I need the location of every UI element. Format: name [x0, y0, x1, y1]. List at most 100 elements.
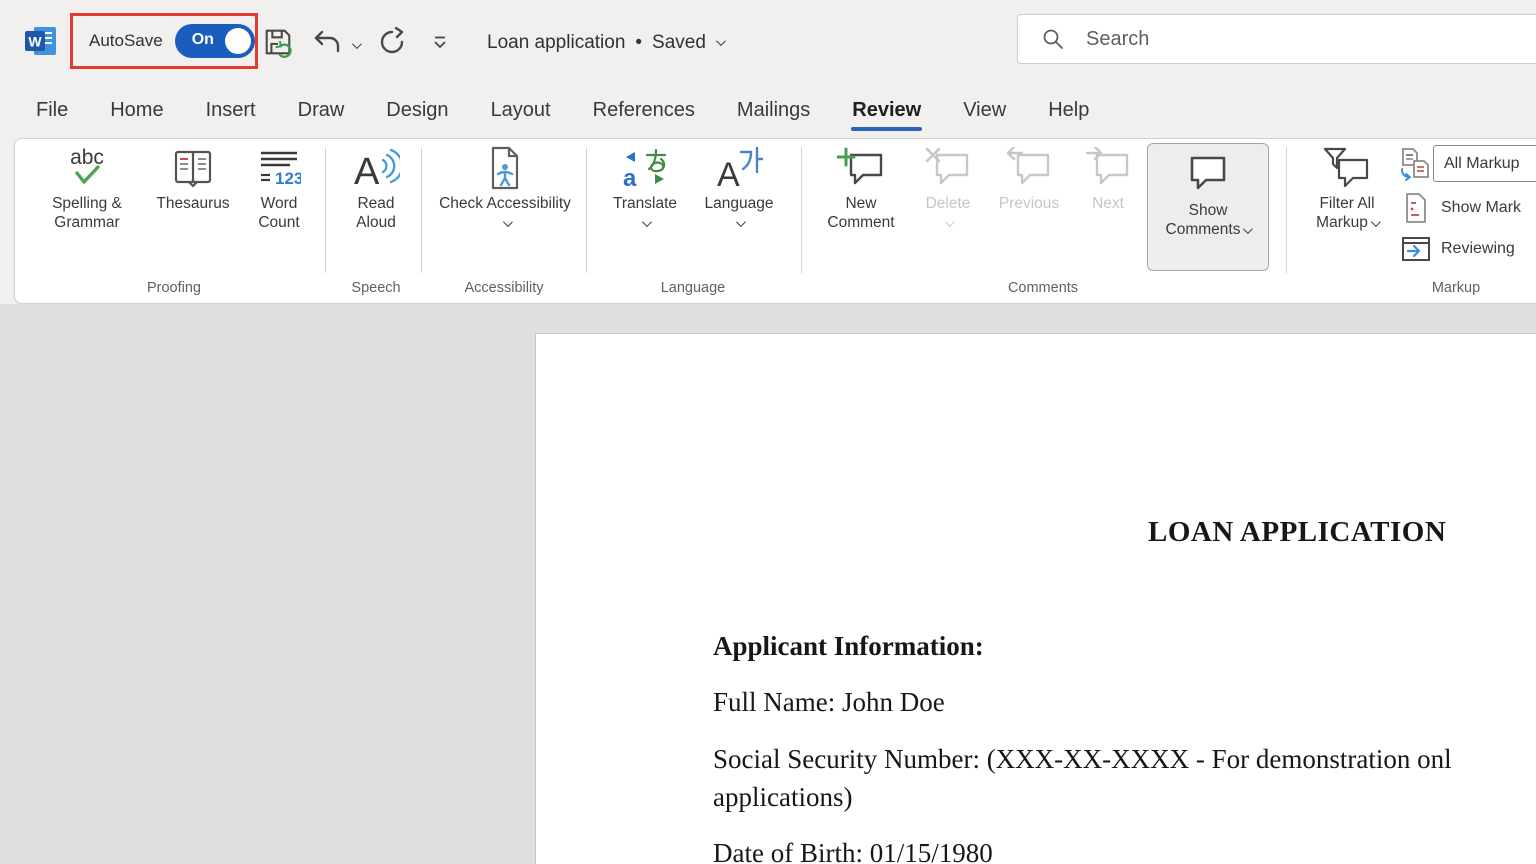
tab-mailings[interactable]: Mailings: [737, 99, 810, 122]
doc-line-full-name[interactable]: Full Name: John Doe: [713, 687, 945, 718]
ribbon-tab-row: File Home Insert Draw Design Layout Refe…: [0, 85, 1089, 135]
doc-line-ssn-1[interactable]: Social Security Number: (XXX-XX-XXXX - F…: [713, 744, 1452, 775]
tab-home[interactable]: Home: [110, 99, 163, 122]
reviewing-pane-icon: [1401, 235, 1431, 263]
group-separator: [801, 147, 802, 273]
doc-section-heading[interactable]: Applicant Information:: [713, 631, 984, 662]
previous-comment-button: Previous: [987, 145, 1071, 214]
redo-button[interactable]: [372, 22, 412, 62]
svg-text:a: a: [623, 165, 637, 190]
chevron-down-icon: [735, 217, 745, 227]
translate-button[interactable]: a Translate: [601, 145, 689, 227]
all-markup-dropdown[interactable]: All Markup: [1433, 145, 1536, 182]
new-comment-label: New Comment: [815, 195, 907, 233]
language-label: Language: [705, 195, 774, 214]
tab-file[interactable]: File: [36, 99, 68, 122]
save-button[interactable]: [258, 22, 298, 62]
group-separator: [1286, 147, 1287, 273]
group-label-accessibility: Accessibility: [421, 280, 587, 296]
reviewing-pane-button[interactable]: Reviewing: [1399, 235, 1515, 263]
word-count-icon: 123: [257, 147, 301, 189]
toggle-knob: [225, 28, 251, 54]
chevron-down-icon: [944, 217, 954, 227]
search-icon: [1042, 28, 1064, 50]
undo-button[interactable]: [308, 22, 348, 62]
title-bar: W AutoSave On: [0, 0, 1536, 85]
document-page[interactable]: LOAN APPLICATION Applicant Information: …: [535, 333, 1536, 864]
search-input[interactable]: [1086, 28, 1466, 51]
chevron-down-icon: [1371, 217, 1381, 227]
next-comment-label: Next: [1092, 195, 1124, 214]
spelling-grammar-button[interactable]: abc Spelling & Grammar: [29, 145, 145, 233]
language-icon: A: [715, 146, 763, 190]
word-count-label: Word Count: [241, 195, 317, 233]
spelling-grammar-label: Spelling & Grammar: [29, 195, 145, 233]
word-count-button[interactable]: 123 Word Count: [241, 145, 317, 233]
group-label-proofing: Proofing: [29, 280, 319, 296]
customize-toolbar-icon: [431, 35, 449, 50]
filter-all-markup-button[interactable]: Filter All Markup: [1299, 145, 1395, 233]
document-canvas: LOAN APPLICATION Applicant Information: …: [0, 304, 1536, 864]
customize-quick-access-button[interactable]: [420, 22, 460, 62]
save-icon: [262, 26, 294, 58]
svg-text:123: 123: [275, 169, 301, 188]
tab-layout[interactable]: Layout: [491, 99, 551, 122]
group-label-speech: Speech: [337, 280, 415, 296]
tab-help[interactable]: Help: [1048, 99, 1089, 122]
group-label-markup: Markup: [1286, 280, 1536, 296]
search-box[interactable]: [1017, 14, 1536, 64]
delete-comment-label: Delete: [926, 195, 971, 214]
group-separator: [421, 147, 422, 273]
translate-label: Translate: [613, 195, 677, 214]
show-markup-button[interactable]: Show Mark: [1399, 192, 1521, 224]
new-comment-button[interactable]: New Comment: [815, 145, 907, 233]
accessibility-doc-icon: [486, 145, 524, 191]
doc-heading-loan-application[interactable]: LOAN APPLICATION: [1148, 516, 1446, 549]
show-markup-label: Show Mark: [1441, 199, 1521, 217]
read-aloud-button[interactable]: A Read Aloud: [337, 145, 415, 233]
tab-design[interactable]: Design: [386, 99, 448, 122]
previous-comment-icon: [1006, 147, 1052, 189]
tab-references[interactable]: References: [593, 99, 695, 122]
check-accessibility-label: Check Accessibility: [439, 195, 571, 212]
all-markup-value: All Markup: [1444, 155, 1520, 173]
chevron-down-icon: [641, 217, 651, 227]
language-button[interactable]: A Language: [693, 145, 785, 227]
autosave-label: AutoSave: [89, 31, 163, 51]
tab-draw[interactable]: Draw: [298, 99, 345, 122]
tab-insert[interactable]: Insert: [206, 99, 256, 122]
svg-text:A: A: [717, 156, 740, 190]
thesaurus-button[interactable]: Thesaurus: [145, 145, 241, 214]
delete-comment-button: Delete: [913, 145, 983, 227]
doc-line-dob[interactable]: Date of Birth: 01/15/1980: [713, 838, 993, 864]
title-separator: •: [635, 32, 642, 54]
autosave-highlight-box: AutoSave On: [70, 13, 258, 69]
doc-line-ssn-2[interactable]: applications): [713, 782, 852, 813]
previous-comment-label: Previous: [999, 195, 1059, 214]
autosave-toggle[interactable]: On: [175, 24, 255, 58]
title-dropdown-chevron-icon[interactable]: [716, 36, 726, 46]
svg-text:W: W: [28, 34, 42, 50]
word-logo-icon: W: [24, 24, 58, 58]
autosave-state: On: [192, 31, 214, 49]
redo-icon: [377, 27, 407, 57]
ribbon: abc Spelling & Grammar: [14, 138, 1536, 304]
translate-icon: a: [621, 146, 669, 190]
read-aloud-label: Read Aloud: [337, 195, 415, 233]
new-comment-icon: [837, 147, 885, 189]
show-comments-button[interactable]: Show Comments: [1147, 143, 1269, 271]
show-comments-icon: [1185, 154, 1231, 196]
app-header: W AutoSave On: [0, 0, 1536, 304]
read-aloud-icon: A: [352, 146, 400, 190]
group-separator: [325, 147, 326, 273]
undo-icon: [313, 29, 343, 55]
check-accessibility-button[interactable]: Check Accessibility: [437, 145, 573, 233]
filter-all-markup-label: Filter All Markup: [1316, 195, 1374, 231]
tab-review[interactable]: Review: [852, 99, 921, 122]
tab-view[interactable]: View: [963, 99, 1006, 122]
chevron-down-icon: [1243, 224, 1253, 234]
group-separator: [586, 147, 587, 273]
next-comment-button: Next: [1075, 145, 1141, 214]
document-title-area[interactable]: Loan application • Saved: [487, 0, 723, 85]
undo-dropdown-chevron-icon[interactable]: [352, 39, 362, 49]
